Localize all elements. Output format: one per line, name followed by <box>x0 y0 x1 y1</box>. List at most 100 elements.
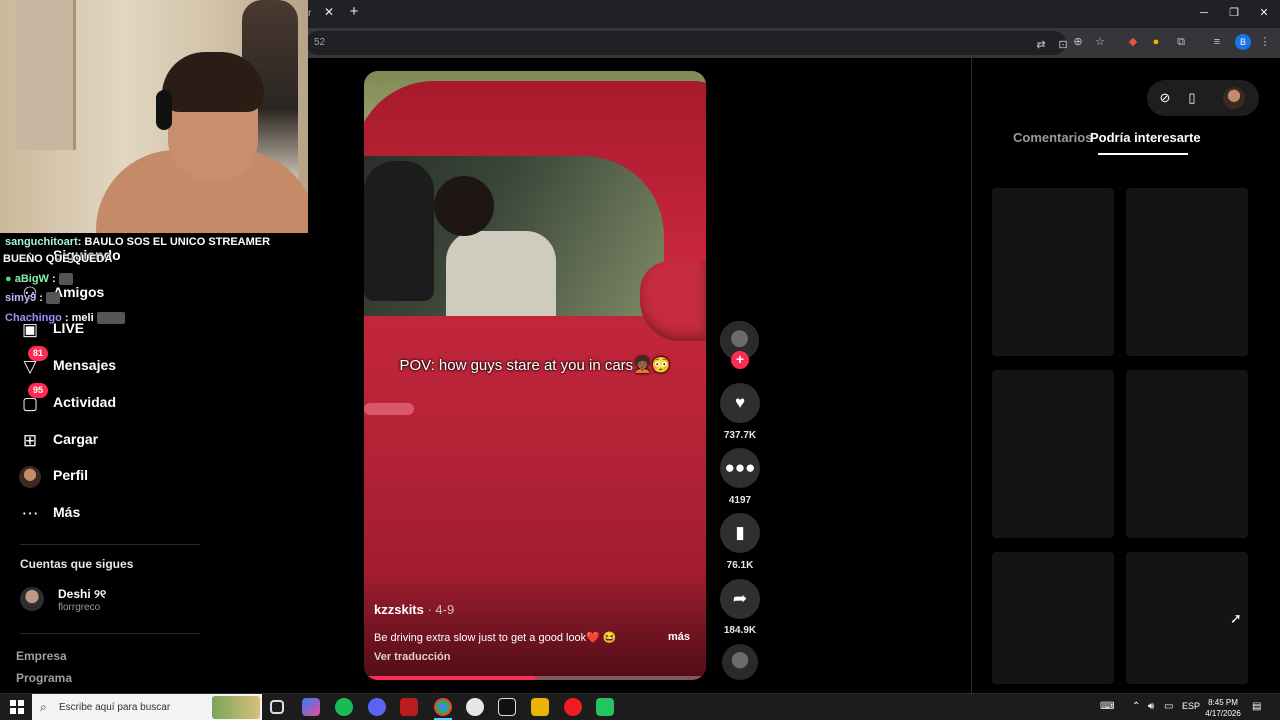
upload-icon: ⊞ <box>22 431 38 450</box>
windows-start-icon[interactable] <box>10 700 24 714</box>
taskbar-search[interactable]: ⌕ Escribe aquí para buscar <box>32 694 262 720</box>
language-indicator[interactable]: ESP <box>1182 701 1200 711</box>
nav-avatar <box>19 466 41 488</box>
following-section-title: Cuentas que sigues <box>20 557 134 571</box>
file-explorer-icon[interactable] <box>531 698 549 716</box>
chat-message: ● aBigW : <box>5 273 73 286</box>
zoom-icon[interactable]: ⊕ <box>1071 35 1085 49</box>
video-bottom-shade <box>364 571 706 680</box>
video-author[interactable]: kzzskits · 4-9 <box>374 602 454 617</box>
chat-message: Chachingo : meli <box>5 312 125 325</box>
webcam-overlay <box>0 0 308 233</box>
save-count: 76.1K <box>726 560 754 571</box>
chat-text: : meli <box>61 312 94 324</box>
footer-company-link[interactable]: Empresa <box>16 649 67 663</box>
more-dots-icon: ⋯ <box>21 504 39 523</box>
nav-more-label: Más <box>53 504 81 520</box>
search-highlight-image <box>212 696 260 719</box>
messages-badge: 81 <box>28 346 48 361</box>
chat-user: Chachingo <box>5 312 62 324</box>
compass-icon[interactable]: ⊘ <box>1156 89 1174 107</box>
windows-taskbar: ⌕ Escribe aquí para buscar ⌨ ⌃ 🔊︎ ▭ ESP … <box>0 693 1280 720</box>
chat-user: sanguchitoart <box>5 236 78 248</box>
tab-comments[interactable]: Comentarios <box>1013 130 1092 145</box>
tab-title[interactable]: r <box>308 8 311 19</box>
like-button[interactable]: ♥ <box>720 383 760 423</box>
search-icon: ⌕ <box>40 700 47 714</box>
nav-profile[interactable]: Perfil <box>18 463 218 491</box>
suggested-video-tile[interactable] <box>992 552 1114 684</box>
video-author-name[interactable]: kzzskits <box>374 602 424 617</box>
webcam-door <box>16 0 76 150</box>
app-red-icon[interactable] <box>400 698 418 716</box>
discord-icon[interactable] <box>368 698 386 716</box>
taskbar-search-placeholder: Escribe aquí para buscar <box>59 702 171 713</box>
followed-account-name[interactable]: Deshi ୨୧ <box>58 587 106 602</box>
right-panel-border <box>971 58 972 693</box>
suggested-video-tile[interactable] <box>992 370 1114 538</box>
browser-menu-icon[interactable]: ⋮ <box>1258 35 1272 49</box>
minimize-icon[interactable]: ─ <box>1194 5 1214 21</box>
keyboard-icon[interactable]: ⌨ <box>1100 701 1114 712</box>
tab-suggested[interactable]: Podría interesarte <box>1090 130 1201 145</box>
footer-program-link[interactable]: Programa <box>16 671 72 685</box>
address-bar[interactable]: 52 ⇄ ⊡ <box>306 31 1068 55</box>
chat-user: aBigW <box>14 273 49 285</box>
copilot-icon[interactable] <box>302 698 320 716</box>
user-avatar[interactable] <box>1223 87 1245 109</box>
tab-close-icon[interactable]: ✕ <box>322 5 336 19</box>
save-button[interactable]: ▮ <box>720 513 760 553</box>
nav-messages[interactable]: ▽ 81 Mensajes <box>18 346 218 381</box>
suggested-video-tile[interactable] <box>1126 370 1248 538</box>
restore-icon[interactable]: ❐ <box>1224 5 1244 21</box>
tray-chevron-icon[interactable]: ⌃ <box>1132 701 1140 712</box>
new-tab-button[interactable]: + <box>346 4 362 20</box>
spotify-icon[interactable] <box>335 698 353 716</box>
install-icon[interactable]: ⊡ <box>1056 38 1070 52</box>
followed-account-handle[interactable]: florrgreco <box>58 602 100 613</box>
comment-bubble-icon: ●●● <box>724 458 756 477</box>
nav-divider <box>20 544 200 545</box>
video-overlay-caption: POV: how guys stare at you in cars🧑🏾‍🦱😳 <box>399 357 671 374</box>
translate-icon[interactable]: ⇄ <box>1034 38 1048 52</box>
profile-avatar-icon <box>18 465 42 489</box>
chrome-icon[interactable] <box>434 698 452 716</box>
share-button[interactable]: ➦ <box>720 579 760 619</box>
video-masked-figure <box>364 161 434 301</box>
followed-account-avatar[interactable] <box>20 587 44 611</box>
window-close-icon[interactable]: ✕ <box>1254 5 1274 21</box>
volume-icon[interactable]: 🔊︎ <box>1148 701 1154 712</box>
extensions-puzzle-icon[interactable]: ⧉ <box>1174 35 1188 49</box>
obs-icon[interactable] <box>466 698 484 716</box>
extension-icon[interactable]: ◆ <box>1126 35 1140 49</box>
extension-color-icon[interactable]: ● <box>1149 35 1163 49</box>
phone-icon[interactable]: ▯ <box>1183 89 1201 107</box>
chat-text: BUENO QUE QUEDA <box>3 253 113 265</box>
nav-more[interactable]: ⋯ Más <box>18 500 218 528</box>
active-tab-underline <box>1098 153 1188 155</box>
kick-icon[interactable] <box>596 698 614 716</box>
follow-plus-icon[interactable]: + <box>731 351 749 369</box>
nav-activity[interactable]: ▢ 95 Actividad <box>18 383 218 418</box>
opera-icon[interactable] <box>564 698 582 716</box>
clock-date: 4/17/2026 <box>1205 709 1241 718</box>
profile-avatar[interactable]: B <box>1235 34 1251 50</box>
chat-text: : BAULO SOS EL UNICO STREAMER <box>77 236 271 248</box>
notifications-icon[interactable]: ▤ <box>1252 701 1261 712</box>
capcut-icon[interactable] <box>498 698 516 716</box>
network-icon[interactable]: ▭ <box>1164 701 1173 712</box>
comment-button[interactable]: ●●● <box>720 448 760 488</box>
video-player[interactable]: POV: how guys stare at you in cars🧑🏾‍🦱😳 … <box>364 71 706 680</box>
video-description: Be driving extra slow just to get a good… <box>374 632 617 644</box>
video-translate-link[interactable]: Ver traducción <box>374 651 450 663</box>
sound-disc-avatar[interactable] <box>722 644 758 680</box>
task-view-icon[interactable] <box>270 700 284 714</box>
share-count: 184.9K <box>723 625 757 636</box>
suggested-video-tile[interactable] <box>1126 188 1248 356</box>
video-more-link[interactable]: más <box>668 631 690 643</box>
nav-upload[interactable]: ⊞ Cargar <box>18 427 218 455</box>
media-control-icon[interactable]: ≡ <box>1210 35 1224 49</box>
suggested-video-tile[interactable] <box>992 188 1114 356</box>
system-clock[interactable]: 8:45 PM 4/17/2026 <box>1200 697 1246 719</box>
bookmark-star-icon[interactable]: ☆ <box>1093 35 1107 49</box>
